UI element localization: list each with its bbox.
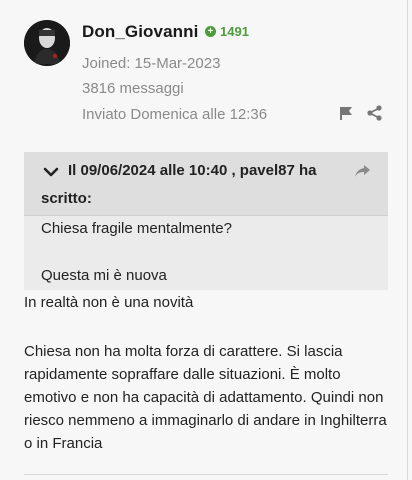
reputation-count: 1491 (220, 24, 249, 39)
quote-text-line: Questa mi è nuova (41, 267, 167, 284)
plus-circle-icon: + (205, 26, 216, 37)
avatar[interactable] (24, 20, 70, 66)
quote-block: Il 09/06/2024 alle 10:40 , pavel87 ha sc… (24, 152, 388, 290)
share-icon[interactable] (366, 104, 384, 122)
quote-attribution: Il 09/06/2024 alle 10:40 , pavel87 ha (68, 162, 317, 179)
post-body-line: Chiesa non ha molta forza di carattere. … (24, 343, 343, 360)
post-body-line: In realtà non è una novità (24, 294, 194, 311)
quote-header[interactable]: Il 09/06/2024 alle 10:40 , pavel87 ha sc… (24, 152, 388, 216)
reputation-badge: + 1491 (205, 24, 249, 39)
post-body-line: riesco nemmeno a immaginarlo di andare i… (24, 412, 387, 429)
quote-attribution-suffix: scritto: (41, 190, 92, 207)
post-body-line: rapidamente sopraffare dalle situazioni.… (24, 366, 341, 383)
divider (24, 474, 388, 475)
post-actions (338, 104, 384, 122)
post-body-line: emotivo e non ha capacità di adattamento… (24, 389, 384, 406)
username[interactable]: Don_Giovanni (82, 22, 198, 42)
joined-date: Joined: 15-Mar-2023 (82, 55, 221, 72)
post-time[interactable]: Inviato Domenica alle 12:36 (82, 106, 267, 123)
quote-text-line: Chiesa fragile mentalmente? (41, 220, 232, 237)
chevron-down-icon[interactable] (42, 163, 60, 186)
forum-post: Don_Giovanni + 1491 Joined: 15-Mar-2023 … (0, 0, 412, 480)
share-forward-icon[interactable] (354, 163, 372, 184)
message-count: 3816 messaggi (82, 80, 184, 97)
flag-icon[interactable] (338, 105, 354, 121)
post-body-line: o in Francia (24, 435, 103, 452)
post-border (407, 0, 408, 480)
